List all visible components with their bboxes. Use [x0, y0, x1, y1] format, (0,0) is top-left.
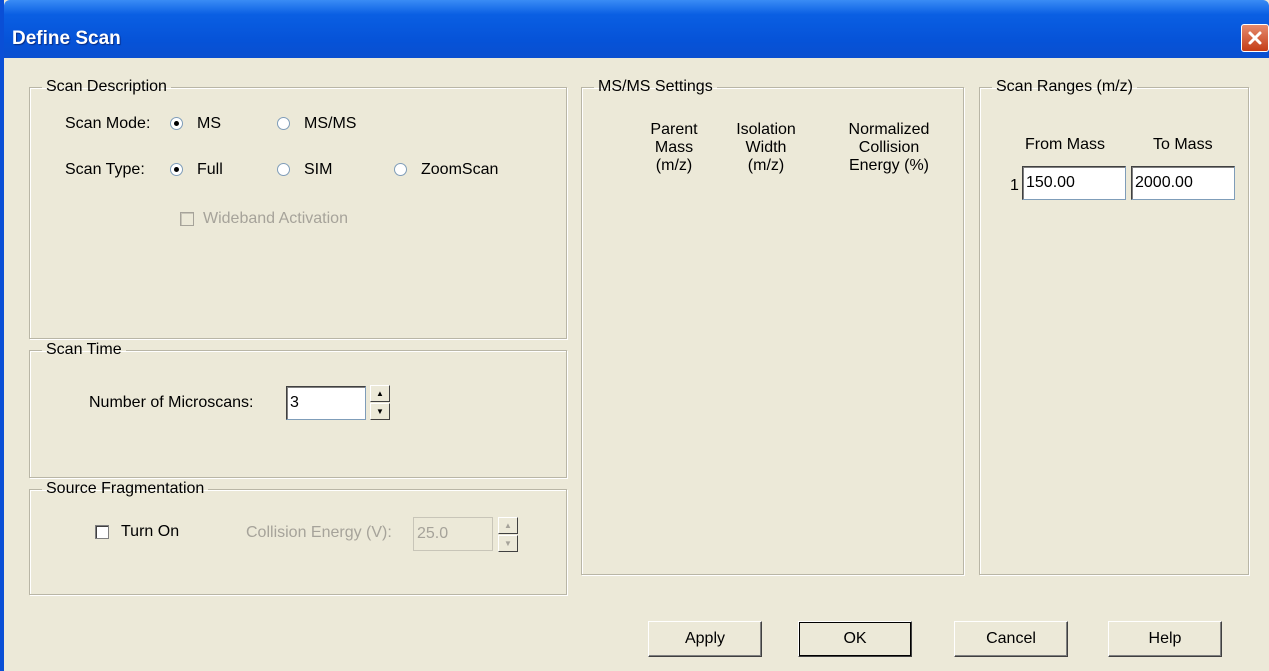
collision-energy-header-line: Energy (%)	[848, 157, 930, 174]
wideband-activation-checkbox[interactable]	[180, 212, 194, 226]
arrow-down-icon: ▼	[376, 406, 384, 416]
scan-type-full-label[interactable]: Full	[197, 161, 223, 179]
scan-time-legend: Scan Time	[46, 341, 122, 358]
define-scan-dialog: Define Scan Scan Description Scan Mode: …	[0, 0, 1269, 671]
scan-type-full-radio[interactable]	[170, 163, 183, 176]
window-title: Define Scan	[12, 28, 121, 49]
scan-mode-ms-radio[interactable]	[170, 117, 183, 130]
to-mass-header: To Mass	[1153, 136, 1213, 153]
turn-on-label[interactable]: Turn On	[121, 523, 179, 541]
scan-type-label: Scan Type:	[65, 161, 145, 178]
msms-settings-legend: MS/MS Settings	[598, 78, 713, 95]
arrow-up-icon: ▲	[376, 388, 384, 398]
microscans-input[interactable]: 3	[286, 386, 366, 420]
to-mass-input[interactable]: 2000.00	[1131, 166, 1235, 200]
isolation-width-header-line: (m/z)	[747, 157, 785, 174]
parent-mass-header-line: Mass	[654, 139, 694, 156]
close-button[interactable]	[1241, 24, 1269, 52]
source-fragmentation-legend: Source Fragmentation	[46, 480, 205, 497]
from-mass-header: From Mass	[1025, 136, 1105, 153]
collision-energy-increment-button[interactable]: ▲	[498, 517, 518, 534]
microscans-increment-button[interactable]: ▲	[370, 385, 390, 402]
scan-mode-ms-label[interactable]: MS	[197, 115, 221, 133]
scan-mode-msms-radio[interactable]	[277, 117, 290, 130]
collision-energy-header-line: Normalized	[848, 121, 930, 138]
scan-mode-label: Scan Mode:	[65, 115, 151, 132]
close-icon	[1248, 31, 1262, 45]
collision-energy-decrement-button[interactable]: ▼	[498, 535, 518, 552]
isolation-width-header: Isolation Width (m/z)	[726, 121, 806, 175]
scan-type-zoomscan-radio[interactable]	[394, 163, 407, 176]
isolation-width-header-line: Width	[745, 139, 787, 156]
scan-type-sim-label[interactable]: SIM	[304, 161, 332, 179]
arrow-down-icon: ▼	[504, 538, 512, 548]
collision-energy-header-line: Collision	[858, 139, 920, 156]
scan-ranges-legend: Scan Ranges (m/z)	[996, 78, 1133, 95]
scan-type-sim-radio[interactable]	[277, 163, 290, 176]
ok-button[interactable]: OK	[798, 621, 912, 657]
parent-mass-header-line: (m/z)	[655, 157, 693, 174]
collision-energy-spinner: ▲ ▼	[498, 517, 518, 553]
collision-energy-input[interactable]: 25.0	[413, 517, 493, 551]
arrow-up-icon: ▲	[504, 520, 512, 530]
scan-mode-msms-label[interactable]: MS/MS	[304, 115, 356, 133]
from-mass-input[interactable]: 150.00	[1022, 166, 1126, 200]
parent-mass-header: Parent Mass (m/z)	[634, 121, 714, 175]
microscans-label: Number of Microscans:	[89, 394, 254, 411]
help-button[interactable]: Help	[1108, 621, 1222, 657]
isolation-width-header-line: Isolation	[736, 121, 796, 138]
scan-type-zoomscan-label[interactable]: ZoomScan	[421, 161, 498, 179]
dialog-body: Scan Description Scan Mode: MS MS/MS Sca…	[4, 58, 1269, 671]
microscans-decrement-button[interactable]: ▼	[370, 403, 390, 420]
range-row-index: 1	[1010, 177, 1019, 194]
cancel-button[interactable]: Cancel	[954, 621, 1068, 657]
apply-button[interactable]: Apply	[648, 621, 762, 657]
microscans-spinner: ▲ ▼	[370, 385, 390, 421]
title-bar[interactable]: Define Scan	[4, 0, 1269, 58]
collision-energy-label: Collision Energy (V):	[246, 524, 392, 541]
collision-energy-header: Normalized Collision Energy (%)	[834, 121, 944, 175]
scan-description-legend: Scan Description	[46, 78, 167, 95]
parent-mass-header-line: Parent	[650, 121, 698, 138]
wideband-activation-label: Wideband Activation	[203, 210, 348, 227]
turn-on-checkbox[interactable]	[95, 525, 109, 539]
